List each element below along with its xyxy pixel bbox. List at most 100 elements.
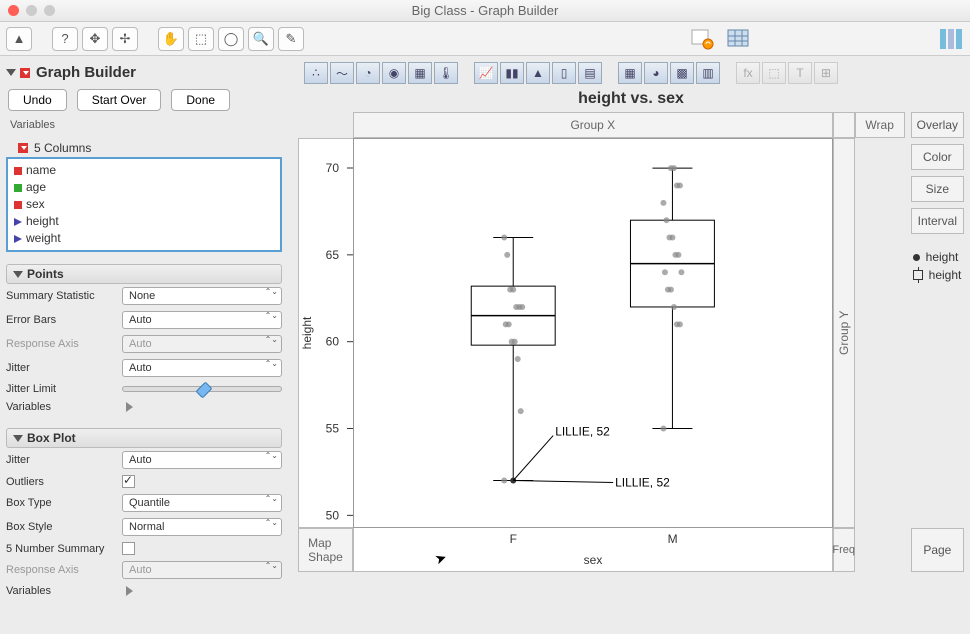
interval-zone[interactable]: Interval bbox=[911, 208, 964, 234]
page-zone[interactable]: Page bbox=[911, 528, 964, 572]
y-axis[interactable]: 5055606570height bbox=[298, 138, 353, 528]
smoother-chart-button[interactable]: ～ bbox=[330, 62, 354, 84]
svg-text:LILLIE, 52: LILLIE, 52 bbox=[555, 425, 610, 439]
bp-boxtype-select[interactable]: Quantile bbox=[122, 494, 282, 512]
bp-boxstyle-label: Box Style bbox=[6, 521, 122, 533]
jitter-limit-slider[interactable] bbox=[122, 386, 282, 392]
chart-title: height vs. sex bbox=[292, 86, 970, 112]
boxplot-panel-header[interactable]: Box Plot bbox=[6, 428, 282, 448]
mapshape-zone[interactable]: Map Shape bbox=[298, 528, 353, 572]
response-axis-label: Response Axis bbox=[6, 338, 122, 350]
zoom-tool-button[interactable]: 🔍 bbox=[248, 27, 274, 51]
done-button[interactable]: Done bbox=[171, 89, 230, 111]
column-item-name[interactable]: name bbox=[14, 162, 274, 179]
bp-jitter-select[interactable]: Auto bbox=[122, 451, 282, 469]
minimize-window-button[interactable] bbox=[26, 5, 37, 16]
line-chart-button[interactable]: 📈 bbox=[474, 62, 498, 84]
chevron-right-icon[interactable] bbox=[126, 402, 133, 412]
columns-list[interactable]: name age sex height weight bbox=[6, 157, 282, 252]
area-chart-button[interactable]: ▲ bbox=[526, 62, 550, 84]
start-over-button[interactable]: Start Over bbox=[77, 89, 162, 111]
column-item-weight[interactable]: weight bbox=[14, 230, 274, 247]
points-variables-label: Variables bbox=[6, 401, 122, 413]
column-item-sex[interactable]: sex bbox=[14, 196, 274, 213]
lasso-tool-button[interactable]: ◯ bbox=[218, 27, 244, 51]
data-table-icon[interactable] bbox=[724, 26, 752, 52]
plot-canvas[interactable]: LILLIE, 52 LILLIE, 52 bbox=[353, 138, 833, 528]
brush-tool-button[interactable]: ⬚ bbox=[188, 27, 214, 51]
points-chart-button[interactable]: ∴ bbox=[304, 62, 328, 84]
histogram-chart-button[interactable]: ▤ bbox=[578, 62, 602, 84]
bp-boxstyle-select[interactable]: Normal bbox=[122, 518, 282, 536]
move-tool-button[interactable]: ✢ bbox=[112, 27, 138, 51]
groupy-zone[interactable]: Group Y bbox=[833, 138, 855, 528]
treemap-chart-button[interactable]: ▩ bbox=[670, 62, 694, 84]
x-axis[interactable]: FMsex bbox=[353, 528, 833, 572]
svg-text:LILLIE, 52: LILLIE, 52 bbox=[615, 476, 670, 490]
hand-tool-button[interactable]: ✋ bbox=[158, 27, 184, 51]
bp-respaxis-label: Response Axis bbox=[6, 564, 122, 576]
density-chart-button[interactable]: ◔ bbox=[356, 62, 380, 84]
contour-chart-button[interactable]: ◉ bbox=[382, 62, 406, 84]
overlay-zone[interactable]: Overlay bbox=[911, 112, 964, 138]
column-item-age[interactable]: age bbox=[14, 179, 274, 196]
variables-label: Variables bbox=[6, 117, 282, 137]
red-triangle-menu-icon[interactable] bbox=[20, 68, 30, 78]
restore-icon[interactable] bbox=[688, 26, 716, 52]
columns-header[interactable]: 5 Columns bbox=[6, 137, 282, 157]
svg-text:F: F bbox=[510, 532, 517, 546]
ref-chart-button[interactable]: ⊞ bbox=[814, 62, 838, 84]
bp-outliers-checkbox[interactable] bbox=[122, 475, 135, 488]
legend-item[interactable]: height bbox=[913, 266, 962, 284]
zoom-window-button[interactable] bbox=[44, 5, 55, 16]
formula-chart-button[interactable]: fx bbox=[736, 62, 760, 84]
heatmap-chart-button[interactable]: ▦ bbox=[408, 62, 432, 84]
response-axis-select: Auto bbox=[122, 335, 282, 353]
color-zone[interactable]: Color bbox=[911, 144, 964, 170]
graph-builder-header[interactable]: Graph Builder bbox=[6, 62, 282, 83]
chart-type-toolbar: ∴ ～ ◔ ◉ ▦ 🌡 📈 ▮▮ ▲ ▯ ▤ ▦ ◕ ▩ ▥ fx ⬚ T ⊞ bbox=[292, 56, 970, 86]
nominal-icon bbox=[14, 167, 22, 175]
summary-stat-select[interactable]: None bbox=[122, 287, 282, 305]
bp-fivenum-checkbox[interactable] bbox=[122, 542, 135, 555]
bar-chart-button[interactable]: ▮▮ bbox=[500, 62, 524, 84]
close-window-button[interactable] bbox=[8, 5, 19, 16]
legend-item[interactable]: height bbox=[913, 248, 962, 266]
disclosure-icon[interactable] bbox=[6, 69, 16, 76]
thermometer-chart-button[interactable]: 🌡 bbox=[434, 62, 458, 84]
wrap-zone[interactable]: Wrap bbox=[855, 112, 905, 138]
mosaic-chart-button[interactable]: ▦ bbox=[618, 62, 642, 84]
continuous-icon bbox=[14, 218, 22, 226]
nominal-icon bbox=[14, 201, 22, 209]
chevron-right-icon[interactable] bbox=[126, 586, 133, 596]
boxplot-chart-button[interactable]: ▯ bbox=[552, 62, 576, 84]
caption-chart-button[interactable]: T bbox=[788, 62, 812, 84]
jitter-select[interactable]: Auto bbox=[122, 359, 282, 377]
column-item-height[interactable]: height bbox=[14, 213, 274, 230]
error-bars-select[interactable]: Auto bbox=[122, 311, 282, 329]
annotate-tool-button[interactable]: ✎ bbox=[278, 27, 304, 51]
section-title: Graph Builder bbox=[36, 64, 136, 81]
undo-button[interactable]: Undo bbox=[8, 89, 67, 111]
arrow-tool-button[interactable]: ▲ bbox=[6, 27, 32, 51]
svg-text:M: M bbox=[668, 532, 678, 546]
disclosure-icon[interactable] bbox=[13, 271, 23, 278]
columns-icon[interactable] bbox=[936, 26, 964, 52]
help-tool-button[interactable]: ? bbox=[52, 27, 78, 51]
groupx-zone[interactable]: Group X bbox=[353, 112, 833, 138]
disclosure-icon[interactable] bbox=[13, 435, 23, 442]
freq-zone[interactable]: Freq bbox=[833, 528, 855, 572]
main-toolbar: ▲ ? ✥ ✢ ✋ ⬚ ◯ 🔍 ✎ bbox=[0, 22, 970, 56]
summary-stat-label: Summary Statistic bbox=[6, 290, 122, 302]
crosshair-tool-button[interactable]: ✥ bbox=[82, 27, 108, 51]
jitter-label: Jitter bbox=[6, 362, 122, 374]
red-triangle-menu-icon[interactable] bbox=[18, 143, 28, 153]
svg-text:60: 60 bbox=[326, 335, 340, 349]
parallel-chart-button[interactable]: ▥ bbox=[696, 62, 720, 84]
size-zone[interactable]: Size bbox=[911, 176, 964, 202]
error-bars-label: Error Bars bbox=[6, 314, 122, 326]
map-chart-button[interactable]: ⬚ bbox=[762, 62, 786, 84]
jitter-limit-label: Jitter Limit bbox=[6, 383, 122, 395]
points-panel-header[interactable]: Points bbox=[6, 264, 282, 284]
pie-chart-button[interactable]: ◕ bbox=[644, 62, 668, 84]
